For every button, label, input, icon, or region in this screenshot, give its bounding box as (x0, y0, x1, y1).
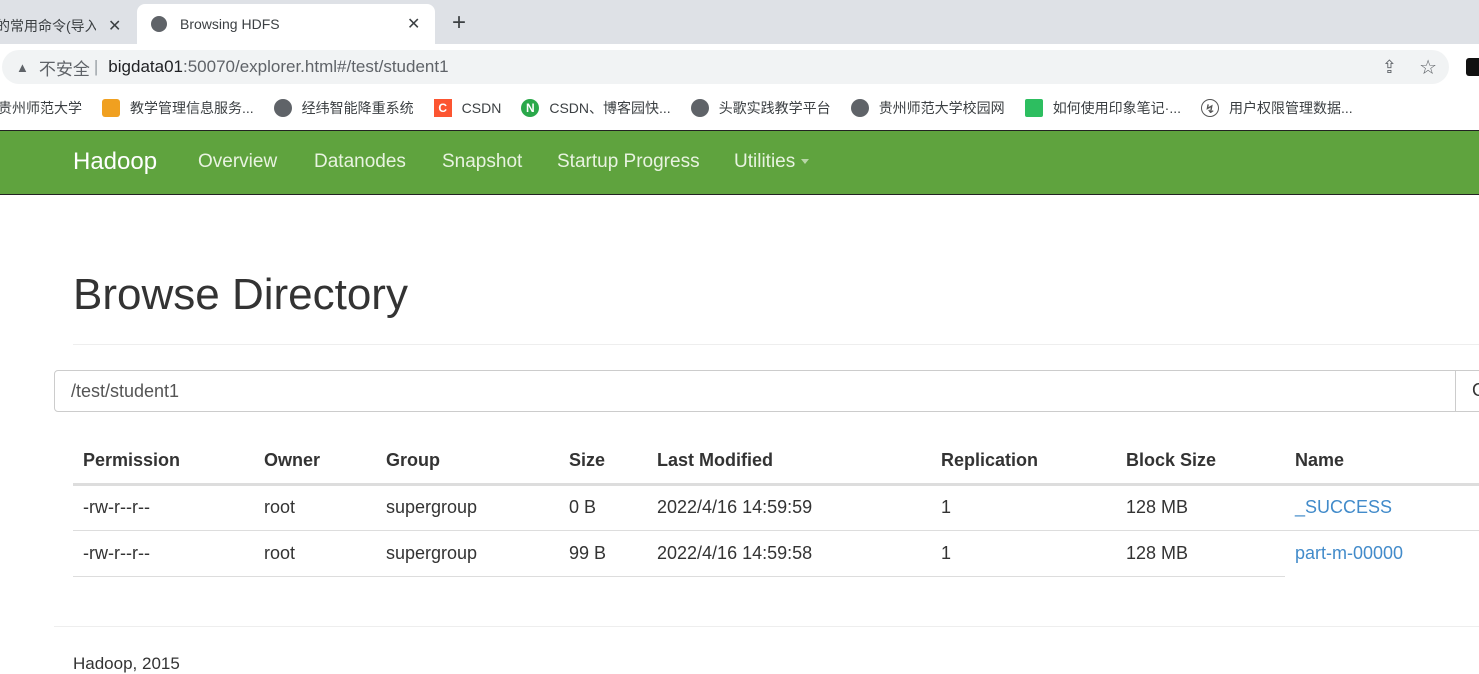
bookmark-label: CSDN、博客园快... (549, 100, 671, 116)
column-header[interactable]: Last Modified (647, 438, 931, 486)
bookmark[interactable]: 贵州师范大学校园网 (850, 98, 1005, 118)
evernote-icon (1024, 99, 1043, 117)
block-size-cell: 128 MB (1116, 484, 1285, 531)
bookmark-label: 如何使用印象笔记·... (1052, 100, 1182, 116)
brand-link[interactable]: Hadoop (73, 148, 157, 176)
bookmark[interactable]: ↯ 用户权限管理数据... (1201, 98, 1353, 118)
column-header[interactable]: Replication (931, 438, 1116, 486)
directory-table: Permission Owner Group Size Last Modifie… (73, 438, 1479, 577)
extension-icon[interactable] (1466, 58, 1479, 76)
column-header[interactable]: Group (376, 438, 559, 486)
logo-icon (102, 99, 120, 117)
divider (54, 626, 1479, 627)
new-tab-icon[interactable]: + (452, 9, 466, 37)
bookmark[interactable]: 如何使用印象笔记·... (1024, 98, 1182, 118)
bookmark[interactable]: 贵州师范大学 (0, 98, 82, 118)
globe-icon (690, 99, 709, 117)
divider: | (93, 57, 99, 76)
column-header[interactable]: Block Size (1116, 438, 1285, 486)
bookmark-label: 教学管理信息服务... (130, 100, 254, 116)
navbar: Hadoop Overview Datanodes Snapshot Start… (0, 130, 1479, 195)
directory-path-input[interactable] (54, 370, 1456, 412)
table-row: -rw-r--r-- root supergroup 99 B 2022/4/1… (73, 530, 1479, 577)
tab-title: Browsing HDFS (180, 16, 280, 32)
bookmark[interactable]: 头歌实践教学平台 (690, 98, 831, 118)
close-icon[interactable]: ✕ (108, 16, 121, 36)
name-cell: _SUCCESS (1285, 484, 1479, 531)
caret-down-icon (801, 159, 810, 165)
permission-cell: -rw-r--r-- (73, 530, 254, 577)
globe-icon (850, 99, 869, 117)
url-host: bigdata01 (108, 57, 183, 76)
owner-cell: root (254, 530, 376, 577)
block-size-cell: 128 MB (1116, 530, 1285, 577)
go-button[interactable]: Go! (1455, 370, 1479, 412)
group-cell: supergroup (376, 484, 559, 531)
bookmark-label: 贵州师范大学校园网 (878, 100, 1005, 116)
file-link[interactable]: part-m-00000 (1295, 543, 1403, 563)
size-cell: 0 B (559, 484, 647, 531)
url-path: :50070/explorer.html#/test/student1 (182, 57, 449, 76)
bookmark[interactable]: 经纬智能降重系统 (273, 98, 414, 118)
nav-utilities[interactable]: Utilities (734, 151, 810, 173)
share-icon[interactable]: ⇪ (1382, 57, 1397, 78)
logo-icon: ↯ (1201, 99, 1220, 117)
toolbar: ▲ 不安全 | bigdata01 :50070/explorer.html#/… (0, 44, 1479, 90)
column-header[interactable]: Owner (254, 438, 376, 486)
nav-utilities-label: Utilities (734, 151, 796, 172)
bookmark-label: 贵州师范大学 (0, 100, 82, 116)
modified-cell: 2022/4/16 14:59:59 (647, 484, 931, 531)
table-row: -rw-r--r-- root supergroup 0 B 2022/4/16… (73, 484, 1479, 531)
bookmark[interactable]: 教学管理信息服务... (102, 98, 254, 118)
tab-title: 的常用命令(导入 (0, 18, 96, 34)
tab-bar: 的常用命令(导入 ✕ Browsing HDFS ✕ + (0, 0, 1479, 44)
nav-overview[interactable]: Overview (198, 151, 277, 173)
group-cell: supergroup (376, 530, 559, 577)
divider (73, 344, 1479, 345)
replication-cell: 1 (931, 484, 1116, 531)
column-header[interactable]: Permission (73, 438, 254, 486)
nav-snapshot[interactable]: Snapshot (442, 151, 522, 173)
tab-active[interactable]: Browsing HDFS ✕ (137, 4, 435, 44)
bookmark-label: 头歌实践教学平台 (718, 100, 831, 116)
table-header-row: Permission Owner Group Size Last Modifie… (73, 438, 1479, 486)
globe-icon (273, 99, 292, 117)
bookmark-label: 用户权限管理数据... (1229, 100, 1353, 116)
permission-cell: -rw-r--r-- (73, 484, 254, 531)
replication-cell: 1 (931, 530, 1116, 577)
nav-startup-progress[interactable]: Startup Progress (557, 151, 700, 173)
size-cell: 99 B (559, 530, 647, 577)
bookmark[interactable]: C CSDN (433, 99, 502, 117)
globe-icon (151, 16, 167, 32)
name-cell: part-m-00000 (1285, 530, 1479, 576)
modified-cell: 2022/4/16 14:59:58 (647, 530, 931, 577)
bookmarks-bar: 贵州师范大学 教学管理信息服务... 经纬智能降重系统 C CSDN N CSDN、… (0, 90, 1479, 126)
n-icon: N (521, 99, 540, 117)
footer-text: Hadoop, 2015 (73, 654, 180, 673)
csdn-icon: C (433, 99, 452, 117)
nav-datanodes[interactable]: Datanodes (314, 151, 406, 173)
address-bar[interactable]: ▲ 不安全 | bigdata01 :50070/explorer.html#/… (2, 50, 1449, 84)
column-header[interactable]: Name (1285, 438, 1479, 486)
tab-inactive[interactable]: 的常用命令(导入 ✕ (0, 8, 135, 44)
security-label[interactable]: 不安全 (39, 55, 90, 80)
page-title: Browse Directory (73, 270, 408, 319)
star-icon[interactable]: ☆ (1419, 55, 1437, 80)
bookmark-label: CSDN (461, 100, 502, 116)
bookmark-label: 经纬智能降重系统 (301, 100, 414, 116)
bookmark[interactable]: N CSDN、博客园快... (521, 98, 671, 118)
file-link[interactable]: _SUCCESS (1295, 497, 1392, 517)
column-header[interactable]: Size (559, 438, 647, 486)
warning-icon[interactable]: ▲ (16, 60, 29, 75)
close-icon[interactable]: ✕ (407, 14, 420, 34)
owner-cell: root (254, 484, 376, 531)
